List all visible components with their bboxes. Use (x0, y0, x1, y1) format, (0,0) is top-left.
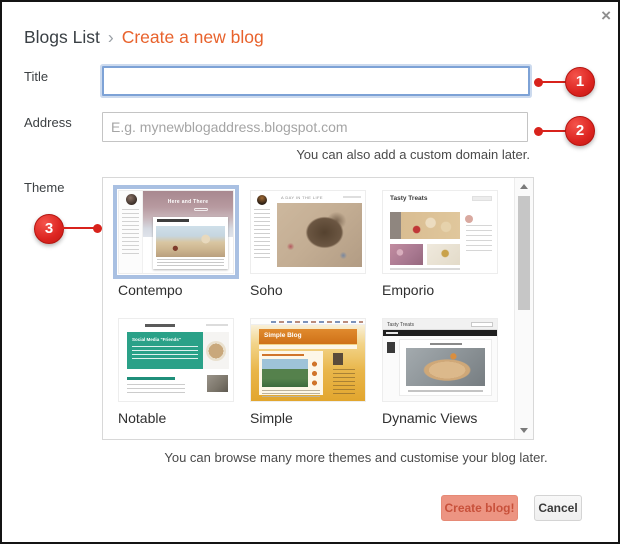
thumb-coffee-photo (203, 332, 229, 369)
theme-name: Simple (250, 410, 366, 426)
thumb-sidebar (331, 351, 357, 395)
scrollbar-thumb[interactable] (518, 196, 530, 310)
thumb-heading-line (127, 377, 175, 380)
thumb-text-lines (132, 346, 198, 362)
create-blog-dialog: × Blogs List›Create a new blog Title 1 A… (0, 0, 620, 544)
theme-helper-text: You can browse many more themes and cust… (142, 450, 570, 465)
annotation-badge-1: 1 (534, 67, 596, 97)
thumb-text-lines (127, 384, 185, 396)
thumb-photo-small (207, 375, 228, 392)
thumb-body (383, 336, 497, 401)
thumb-landscape-photo (262, 359, 308, 387)
theme-name: Dynamic Views (382, 410, 498, 426)
thumb-food-photo (390, 212, 460, 239)
address-label: Address (24, 115, 72, 130)
thumb-post-photo (156, 226, 225, 257)
title-label: Title (24, 69, 48, 84)
thumb-navbar (251, 319, 365, 325)
thumb-nav-box (472, 196, 492, 201)
thumb-preview-title: Simple Blog (264, 332, 302, 339)
thumb-tabs-bar (259, 345, 357, 349)
thumb-header-line (145, 324, 175, 327)
theme-thumbnail-notable[interactable]: Social Media "Friends" (118, 318, 234, 402)
address-helper-text: You can also add a custom domain later. (102, 147, 530, 162)
badge-number: 2 (565, 116, 595, 146)
thumb-avatar (465, 215, 473, 223)
thumb-caption-line (408, 390, 483, 392)
thumb-text-lines (333, 369, 355, 397)
thumb-photo-left (390, 244, 423, 265)
theme-option-emporio[interactable]: Tasty Treats Emporio (382, 190, 498, 298)
annotation-badge-3: 3 (34, 214, 104, 244)
create-blog-button[interactable]: Create blog! (441, 495, 518, 521)
theme-option-simple[interactable]: Simple Blog Simple (250, 318, 366, 426)
thumb-hero-button (194, 208, 208, 211)
thumb-caption-line (390, 268, 460, 270)
cancel-button[interactable]: Cancel (534, 495, 582, 521)
page-title: Create a new blog (122, 27, 264, 47)
title-input[interactable] (102, 66, 530, 96)
theme-option-contempo[interactable]: Here and There Contempo (118, 190, 234, 298)
thumb-preview-title: Here and There (143, 199, 233, 205)
theme-name: Notable (118, 410, 234, 426)
thumb-photo-small (333, 353, 343, 365)
theme-thumbnail-emporio[interactable]: Tasty Treats (382, 190, 498, 274)
badge-dot (93, 224, 102, 233)
breadcrumb-blogs-list[interactable]: Blogs List (24, 27, 100, 47)
theme-scrollbar[interactable] (514, 178, 533, 439)
thumb-cat-photo (277, 203, 362, 267)
scroll-up-arrow-icon[interactable] (520, 184, 528, 189)
thumb-preview-title: Tasty Treats (387, 322, 414, 328)
thumb-search-box (471, 322, 493, 327)
badge-line (62, 227, 95, 229)
thumb-menu-lines (343, 196, 361, 198)
thumb-side-icon (387, 342, 395, 353)
theme-thumbnail-soho[interactable]: A DAY IN THE LIFE (250, 190, 366, 274)
breadcrumb-separator: › (100, 27, 122, 47)
theme-thumbnail-simple[interactable]: Simple Blog (250, 318, 366, 402)
thumb-post-title (157, 219, 189, 222)
scroll-down-arrow-icon[interactable] (520, 428, 528, 433)
theme-option-soho[interactable]: A DAY IN THE LIFE Soho (250, 190, 366, 298)
theme-name: Emporio (382, 282, 498, 298)
address-input[interactable] (102, 112, 528, 142)
thumb-sidebar (119, 191, 143, 273)
thumb-menu-lines (206, 324, 228, 326)
thumb-teal-card: Social Media "Friends" (127, 332, 203, 369)
thumb-text-lines (262, 390, 320, 399)
thumb-post-card (399, 339, 492, 396)
annotation-badge-2: 2 (534, 116, 596, 146)
theme-name: Contempo (118, 282, 234, 298)
theme-option-notable[interactable]: Social Media "Friends" Notable (118, 318, 234, 426)
theme-thumbnail-contempo[interactable]: Here and There (118, 190, 234, 274)
badge-number: 1 (565, 67, 595, 97)
thumb-main-column (259, 351, 323, 395)
theme-option-dynamic-views[interactable]: Tasty Treats Dynamic Views (382, 318, 498, 426)
thumb-text-lines (157, 259, 224, 266)
badge-line (541, 130, 566, 132)
theme-thumbnail-dynamic-views[interactable]: Tasty Treats (382, 318, 498, 402)
theme-name: Soho (250, 282, 366, 298)
theme-label: Theme (24, 180, 64, 195)
thumb-post-title (430, 343, 462, 345)
theme-picker: Here and There Contempo A DAY IN THE LIF… (102, 177, 534, 440)
breadcrumb: Blogs List›Create a new blog (24, 27, 264, 48)
badge-line (541, 81, 566, 83)
thumb-preview-title: A DAY IN THE LIFE (281, 195, 323, 200)
thumb-photo-right (427, 244, 460, 265)
thumb-icon-dots (310, 360, 319, 387)
thumb-heading-line (262, 354, 304, 356)
badge-number: 3 (34, 214, 64, 244)
thumb-preview-title: Tasty Treats (390, 195, 427, 202)
thumb-sidebar (251, 191, 273, 273)
thumb-post-card (153, 217, 228, 269)
thumb-food-photo (406, 348, 485, 386)
close-icon[interactable]: × (601, 7, 611, 24)
thumb-preview-title: Social Media "Friends" (132, 337, 181, 342)
thumb-text-lines (466, 225, 492, 251)
